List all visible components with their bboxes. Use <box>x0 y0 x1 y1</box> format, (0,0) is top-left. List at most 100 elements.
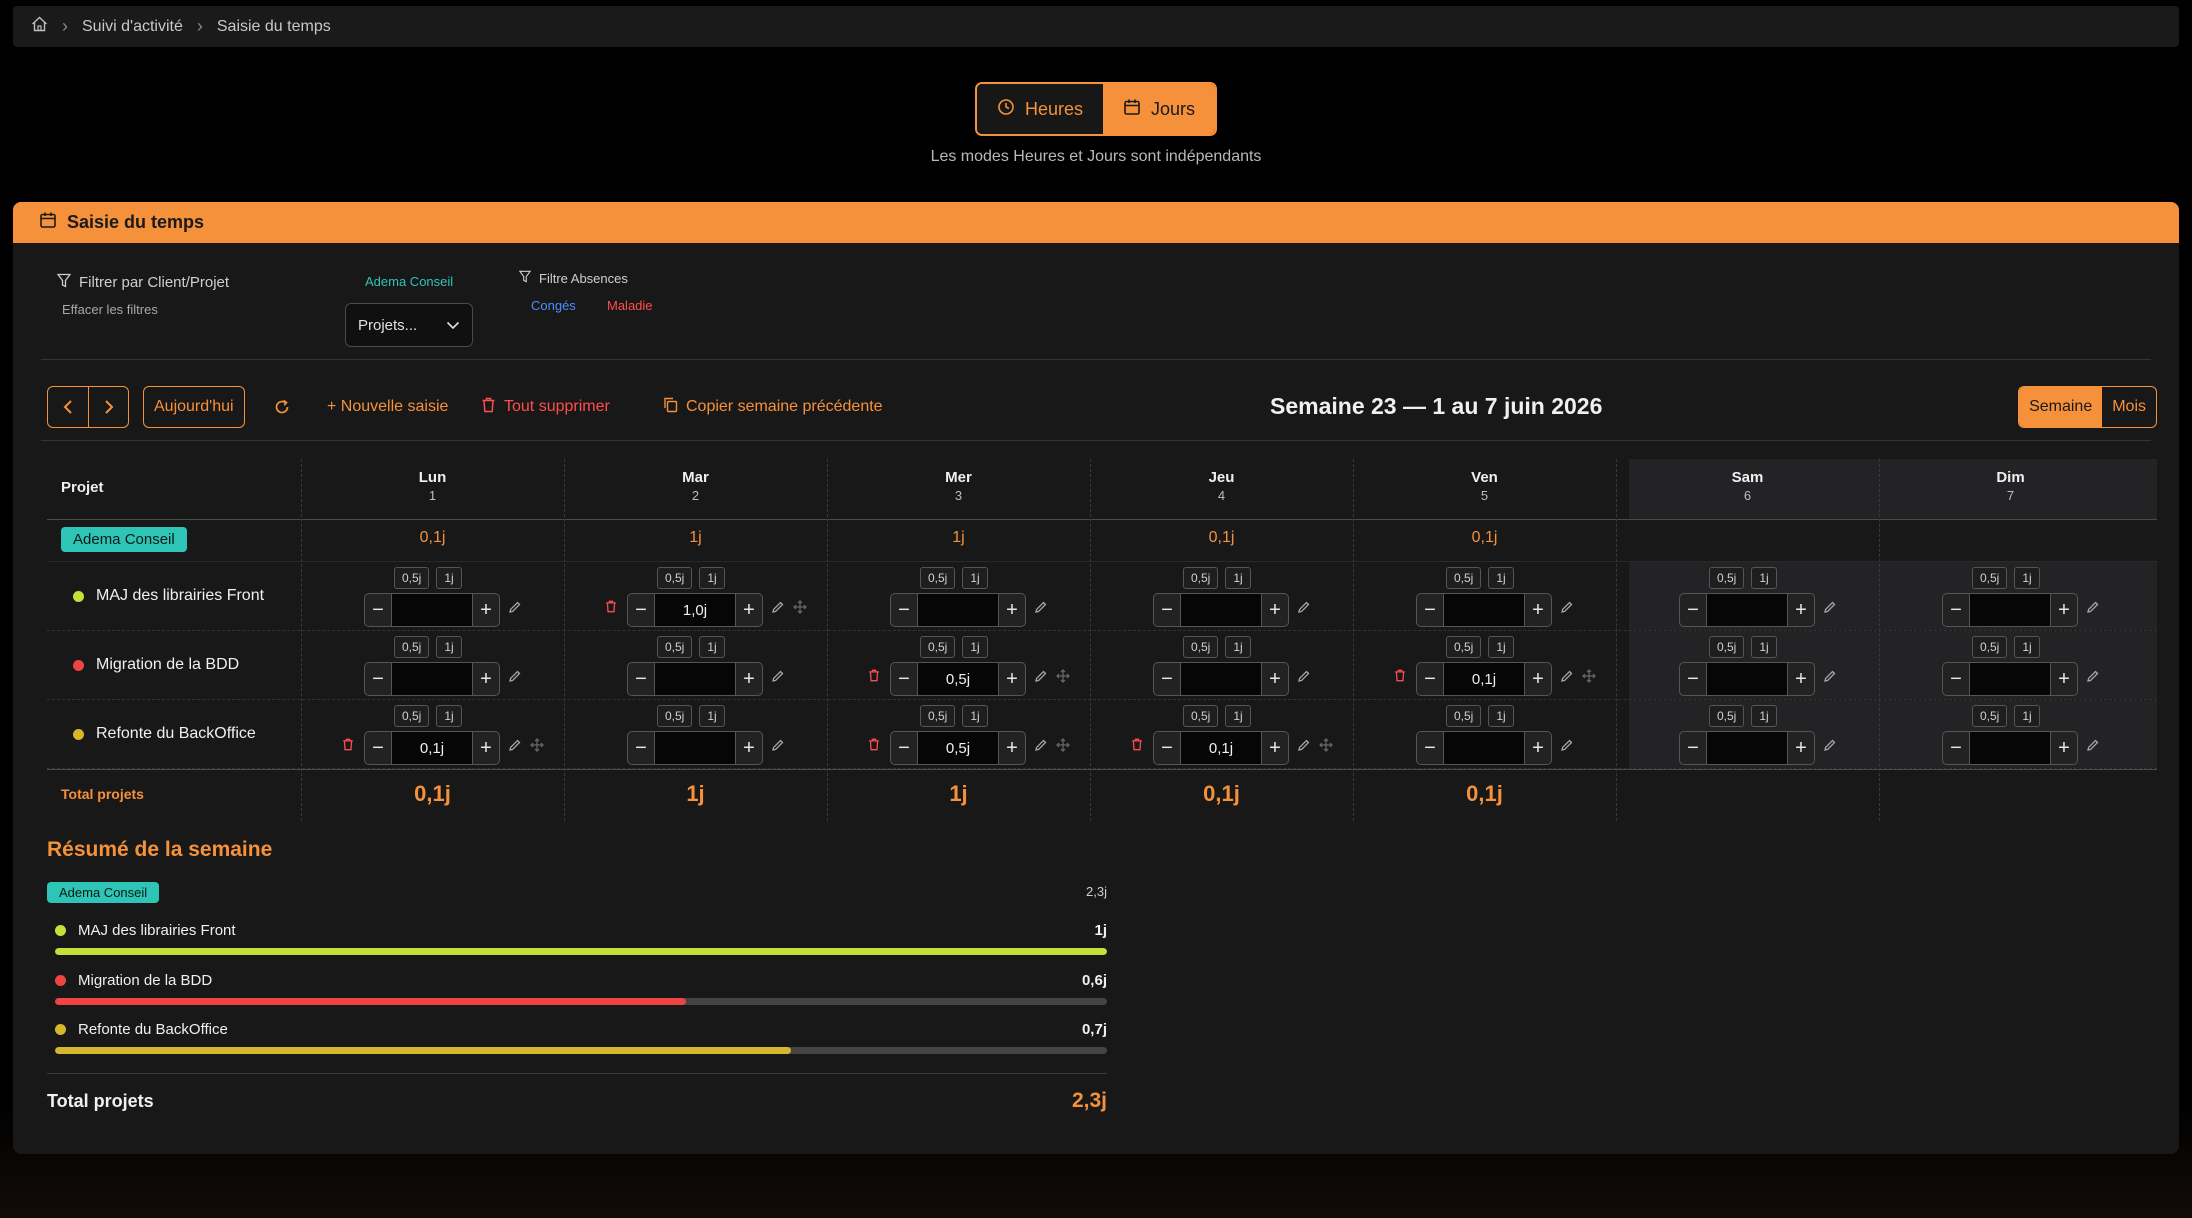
today-button[interactable]: Aujourd'hui <box>143 386 245 428</box>
increment-button[interactable]: + <box>1524 593 1552 627</box>
project-select[interactable]: Projets... <box>345 303 473 347</box>
delete-entry-icon[interactable] <box>342 738 354 754</box>
day-value-input[interactable] <box>1444 593 1524 627</box>
quick-half-day-button[interactable]: 0,5j <box>1183 567 1219 589</box>
quick-full-day-button[interactable]: 1j <box>2014 567 2040 589</box>
decrement-button[interactable]: − <box>890 593 918 627</box>
increment-button[interactable]: + <box>735 593 763 627</box>
quick-full-day-button[interactable]: 1j <box>1751 636 1777 658</box>
quick-half-day-button[interactable]: 0,5j <box>920 636 956 658</box>
day-value-input[interactable] <box>1970 731 2050 765</box>
quick-full-day-button[interactable]: 1j <box>1488 636 1514 658</box>
delete-all-button[interactable]: Tout supprimer <box>481 386 610 428</box>
increment-button[interactable]: + <box>1524 731 1552 765</box>
quick-full-day-button[interactable]: 1j <box>1225 705 1251 727</box>
mode-hours-button[interactable]: Heures <box>976 84 1103 134</box>
increment-button[interactable]: + <box>735 731 763 765</box>
quick-full-day-button[interactable]: 1j <box>1751 705 1777 727</box>
decrement-button[interactable]: − <box>1942 593 1970 627</box>
decrement-button[interactable]: − <box>627 662 655 696</box>
increment-button[interactable]: + <box>472 731 500 765</box>
quick-half-day-button[interactable]: 0,5j <box>657 567 693 589</box>
edit-pencil-icon[interactable] <box>2086 669 2100 687</box>
increment-button[interactable]: + <box>1261 731 1289 765</box>
quick-full-day-button[interactable]: 1j <box>699 636 725 658</box>
quick-full-day-button[interactable]: 1j <box>436 705 462 727</box>
delete-entry-icon[interactable] <box>605 600 617 616</box>
day-value-input[interactable] <box>655 662 735 696</box>
increment-button[interactable]: + <box>472 593 500 627</box>
delete-entry-icon[interactable] <box>868 738 880 754</box>
day-value-input[interactable] <box>392 662 472 696</box>
decrement-button[interactable]: − <box>1416 662 1444 696</box>
drag-move-icon[interactable] <box>1056 738 1070 756</box>
edit-pencil-icon[interactable] <box>508 738 522 756</box>
day-value-input[interactable] <box>918 593 998 627</box>
quick-full-day-button[interactable]: 1j <box>699 705 725 727</box>
decrement-button[interactable]: − <box>1679 662 1707 696</box>
quick-half-day-button[interactable]: 0,5j <box>394 567 430 589</box>
decrement-button[interactable]: − <box>1153 593 1181 627</box>
quick-full-day-button[interactable]: 1j <box>962 636 988 658</box>
increment-button[interactable]: + <box>2050 662 2078 696</box>
decrement-button[interactable]: − <box>627 593 655 627</box>
edit-pencil-icon[interactable] <box>1823 669 1837 687</box>
day-value-input[interactable]: 0,5j <box>918 662 998 696</box>
day-value-input[interactable] <box>1707 662 1787 696</box>
edit-pencil-icon[interactable] <box>2086 600 2100 618</box>
edit-pencil-icon[interactable] <box>771 600 785 618</box>
quick-half-day-button[interactable]: 0,5j <box>657 705 693 727</box>
increment-button[interactable]: + <box>1787 593 1815 627</box>
increment-button[interactable]: + <box>998 731 1026 765</box>
increment-button[interactable]: + <box>998 662 1026 696</box>
decrement-button[interactable]: − <box>890 731 918 765</box>
day-value-input[interactable]: 0,1j <box>392 731 472 765</box>
absence-chip-maladie[interactable]: Maladie <box>607 298 653 313</box>
decrement-button[interactable]: − <box>1679 731 1707 765</box>
increment-button[interactable]: + <box>472 662 500 696</box>
quick-half-day-button[interactable]: 0,5j <box>1446 636 1482 658</box>
drag-move-icon[interactable] <box>1056 669 1070 687</box>
view-week-button[interactable]: Semaine <box>2019 387 2103 427</box>
client-filter-chip[interactable]: Adema Conseil <box>365 274 453 289</box>
decrement-button[interactable]: − <box>890 662 918 696</box>
edit-pencil-icon[interactable] <box>1297 738 1311 756</box>
decrement-button[interactable]: − <box>1416 731 1444 765</box>
increment-button[interactable]: + <box>1787 731 1815 765</box>
day-value-input[interactable] <box>1707 593 1787 627</box>
quick-half-day-button[interactable]: 0,5j <box>394 636 430 658</box>
edit-pencil-icon[interactable] <box>1034 600 1048 618</box>
quick-half-day-button[interactable]: 0,5j <box>394 705 430 727</box>
quick-full-day-button[interactable]: 1j <box>436 636 462 658</box>
day-value-input[interactable] <box>392 593 472 627</box>
edit-pencil-icon[interactable] <box>1560 738 1574 756</box>
quick-full-day-button[interactable]: 1j <box>1488 567 1514 589</box>
refresh-button[interactable] <box>273 386 291 428</box>
quick-full-day-button[interactable]: 1j <box>699 567 725 589</box>
edit-pencil-icon[interactable] <box>508 669 522 687</box>
decrement-button[interactable]: − <box>1153 662 1181 696</box>
quick-full-day-button[interactable]: 1j <box>2014 705 2040 727</box>
increment-button[interactable]: + <box>2050 731 2078 765</box>
day-value-input[interactable] <box>1181 593 1261 627</box>
delete-entry-icon[interactable] <box>1394 669 1406 685</box>
quick-half-day-button[interactable]: 0,5j <box>1446 705 1482 727</box>
copy-previous-week-button[interactable]: Copier semaine précédente <box>663 386 883 428</box>
quick-half-day-button[interactable]: 0,5j <box>1972 567 2008 589</box>
new-entry-button[interactable]: + Nouvelle saisie <box>327 386 448 428</box>
view-month-button[interactable]: Mois <box>2102 387 2156 427</box>
edit-pencil-icon[interactable] <box>2086 738 2100 756</box>
delete-entry-icon[interactable] <box>1131 738 1143 754</box>
decrement-button[interactable]: − <box>1942 731 1970 765</box>
increment-button[interactable]: + <box>735 662 763 696</box>
drag-move-icon[interactable] <box>793 600 807 618</box>
quick-half-day-button[interactable]: 0,5j <box>1972 636 2008 658</box>
edit-pencil-icon[interactable] <box>771 669 785 687</box>
edit-pencil-icon[interactable] <box>1034 669 1048 687</box>
quick-full-day-button[interactable]: 1j <box>2014 636 2040 658</box>
absence-chip-conges[interactable]: Congés <box>531 298 576 313</box>
edit-pencil-icon[interactable] <box>771 738 785 756</box>
day-value-input[interactable] <box>655 731 735 765</box>
quick-half-day-button[interactable]: 0,5j <box>1183 636 1219 658</box>
edit-pencil-icon[interactable] <box>1297 669 1311 687</box>
